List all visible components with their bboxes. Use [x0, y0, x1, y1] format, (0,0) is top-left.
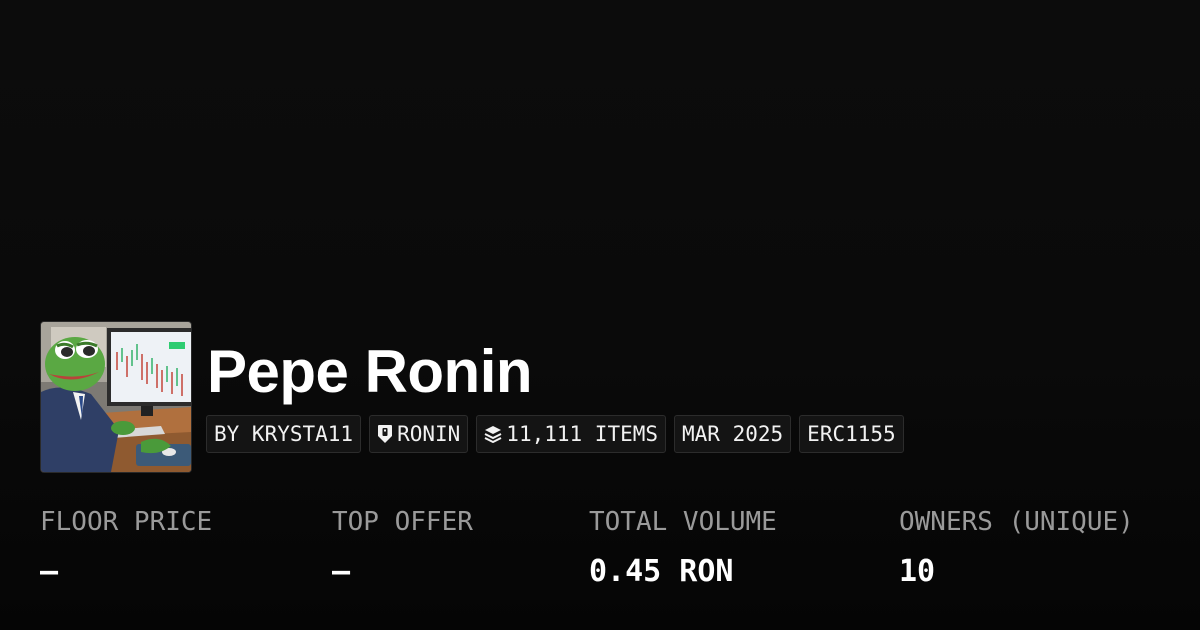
stat-label: FLOOR PRICE — [40, 507, 213, 537]
stat-top-offer: TOP OFFER – — [332, 504, 473, 590]
chain-tag[interactable]: RONIN — [369, 415, 469, 453]
stat-value: – — [40, 554, 59, 589]
items-count-label: 11,111 ITEMS — [506, 422, 659, 446]
stat-total-volume: TOTAL VOLUME 0.45 RON — [589, 504, 777, 590]
stat-value: 0.45 RON — [589, 554, 734, 589]
stat-label: TOP OFFER — [332, 507, 473, 537]
stat-label: TOTAL VOLUME — [589, 507, 777, 537]
stat-value: 10 — [899, 554, 936, 589]
creator-tag-label: BY KRYSTA11 — [214, 422, 354, 446]
layers-icon — [484, 425, 502, 443]
collection-tags: BY KRYSTA11 RONIN 11,111 ITEMS MAR 2025 … — [206, 415, 904, 453]
collection-title: Pepe Ronin — [207, 338, 533, 405]
stat-floor-price: FLOOR PRICE – — [40, 504, 212, 590]
token-standard-tag[interactable]: ERC1155 — [799, 415, 904, 453]
items-count-tag[interactable]: 11,111 ITEMS — [476, 415, 667, 453]
date-tag-label: MAR 2025 — [682, 422, 784, 446]
stat-label: OWNERS (UNIQUE) — [899, 507, 1134, 537]
collection-avatar — [40, 321, 192, 473]
token-standard-label: ERC1155 — [807, 422, 896, 446]
stat-value: – — [332, 554, 351, 589]
stat-owners-unique: OWNERS (UNIQUE) 10 — [899, 504, 1134, 590]
date-tag[interactable]: MAR 2025 — [674, 415, 792, 453]
pepe-trader-avatar-icon — [41, 322, 191, 472]
creator-tag[interactable]: BY KRYSTA11 — [206, 415, 362, 453]
ronin-shield-icon — [377, 424, 393, 444]
chain-tag-label: RONIN — [397, 422, 461, 446]
